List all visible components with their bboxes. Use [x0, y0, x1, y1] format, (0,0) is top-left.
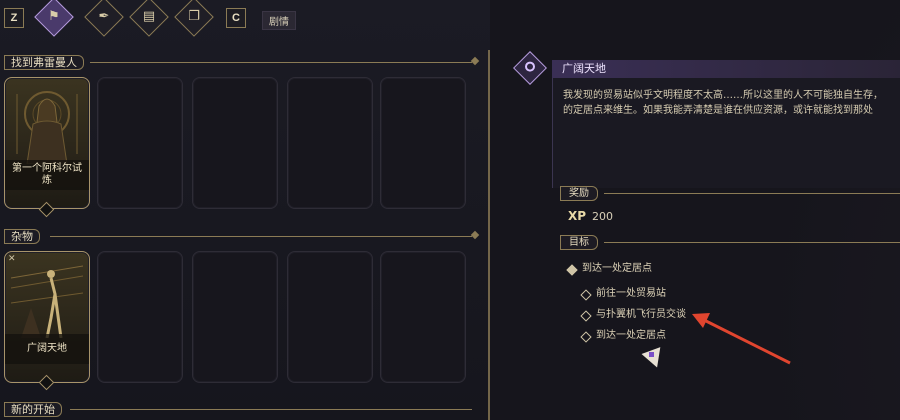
tool-journal[interactable]: ▤ [129, 0, 169, 37]
tool-cards[interactable]: ❐ [174, 0, 214, 37]
c-key-hint[interactable]: C [226, 8, 246, 28]
reward-header: 奖励 [560, 186, 900, 201]
objective-header: 目标 [560, 235, 900, 250]
tool-banner[interactable]: ⚑ [34, 0, 74, 37]
card-slot-empty [380, 251, 466, 383]
card-title: 第一个阿科尔试炼 [5, 160, 89, 190]
quest-title: 广阔天地 [552, 60, 900, 78]
section-label: 找到弗雷曼人 [4, 55, 84, 70]
journal-icon: ▤ [142, 9, 156, 24]
quest-description-box: 我发现的贸易站似乎文明程度不太高……所以这里的人不可能独自生存， 的定居点来维生… [552, 78, 900, 188]
card-slot-empty [192, 77, 278, 209]
card-first-trial[interactable]: 第一个阿科尔试炼 [4, 77, 90, 209]
new-badge-icon: ✕ [8, 254, 16, 264]
top-toolbar: Z ⚑ ✒ ▤ ❐ C 剧情 [0, 0, 490, 37]
section-misc: 杂物 [0, 229, 480, 244]
panel-divider [488, 50, 490, 420]
xp-label: XP [568, 209, 587, 223]
section-find-frey: 找到弗雷曼人 [0, 55, 480, 70]
section-label: 杂物 [4, 229, 40, 244]
banner-icon: ⚑ [48, 9, 60, 24]
reward-label: 奖励 [560, 186, 598, 201]
quest-description: 我发现的贸易站似乎文明程度不太高……所以这里的人不可能独自生存， 的定居点来维生… [563, 90, 883, 116]
hooded-figure-art [16, 91, 78, 164]
card-slot-empty [287, 77, 373, 209]
section-label: 新的开始 [4, 402, 62, 417]
card-slot-empty [287, 251, 373, 383]
z-key-hint[interactable]: Z [4, 8, 24, 28]
desert-figure-art [11, 265, 83, 338]
annotation-arrow [692, 313, 791, 365]
card-wide-world[interactable]: ✕ 广阔天地 [4, 251, 90, 383]
quill-icon: ✒ [98, 9, 110, 24]
card-title: 广阔天地 [5, 334, 89, 364]
section-new-start: 新的开始 [0, 402, 480, 417]
story-tab[interactable]: 剧情 [262, 11, 296, 30]
objective-label: 目标 [560, 235, 598, 250]
card-slot-empty [192, 251, 278, 383]
cards-icon: ❐ [188, 9, 200, 24]
tool-quill[interactable]: ✒ [84, 0, 124, 37]
cursor-marker [649, 352, 654, 357]
card-slot-empty [97, 77, 183, 209]
card-slot-empty [97, 251, 183, 383]
card-slot-empty [380, 77, 466, 209]
xp-value: 200 [592, 210, 613, 223]
